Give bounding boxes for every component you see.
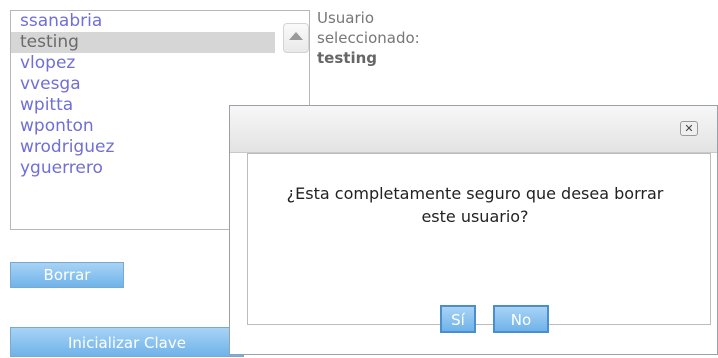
no-button[interactable]: No	[493, 305, 549, 333]
selected-user-label: Usuario	[317, 9, 375, 27]
list-item-ssanabria[interactable]: ssanabria	[11, 11, 309, 32]
selected-user-info: Usuario seleccionado: testing	[317, 8, 420, 68]
reset-password-button[interactable]: Inicializar Clave	[10, 327, 244, 357]
selected-user-value: testing	[317, 49, 377, 67]
dialog-titlebar[interactable]: ✕	[230, 106, 717, 153]
scroll-up-button[interactable]	[283, 23, 309, 53]
confirm-message-line2: este usuario?	[421, 207, 529, 226]
confirm-message: ¿Esta completamente seguro que desea bor…	[240, 182, 710, 228]
yes-button[interactable]: Sí	[440, 305, 476, 333]
confirm-message-line1: ¿Esta completamente seguro que desea bor…	[286, 184, 664, 203]
delete-button[interactable]: Borrar	[10, 262, 124, 288]
list-item-vlopez[interactable]: vlopez	[11, 53, 309, 74]
selected-user-label-2: seleccionado:	[317, 29, 420, 47]
list-item-vvesga[interactable]: vvesga	[11, 74, 309, 95]
confirm-dialog: ✕ ¿Esta completamente seguro que desea b…	[229, 105, 718, 355]
close-icon[interactable]: ✕	[680, 121, 698, 136]
chevron-up-icon	[289, 32, 303, 40]
dialog-body: ¿Esta completamente seguro que desea bor…	[247, 153, 711, 333]
list-item-testing[interactable]: testing	[11, 32, 275, 53]
